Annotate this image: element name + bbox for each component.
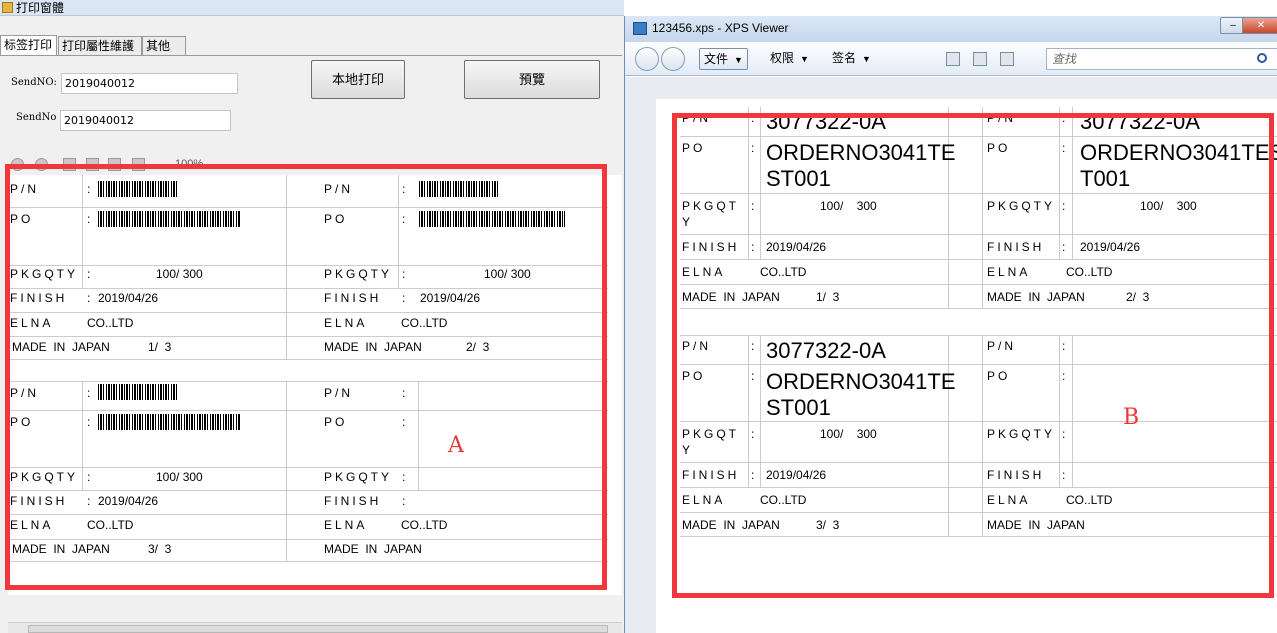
search-input[interactable]: 查找 xyxy=(1046,48,1277,70)
send-no-label: SendNO: xyxy=(11,77,57,88)
annotation-box-b xyxy=(672,113,1274,598)
send-no-input[interactable]: 2019040012 xyxy=(61,73,238,94)
chevron-down-icon: ▼ xyxy=(862,54,871,64)
tab-print-properties[interactable]: 打印屬性維護 xyxy=(58,36,142,56)
annotation-box-a xyxy=(5,164,607,590)
search-icon[interactable] xyxy=(1257,53,1267,63)
title-bar: 打印窗體 xyxy=(0,0,624,16)
xps-icon xyxy=(633,22,647,35)
local-print-button[interactable]: 本地打印 xyxy=(311,60,405,99)
sign-menu-label: 签名 xyxy=(832,51,857,65)
back-icon[interactable] xyxy=(635,47,659,71)
xps-title-bar: 123456.xps - XPS Viewer – ✕ xyxy=(625,16,1277,42)
scroll-thumb[interactable] xyxy=(28,625,608,633)
send-no2-label: SendNo xyxy=(16,112,57,123)
xps-toolbar: 文件 ▼ 权限 ▼ 签名 ▼ 查找 xyxy=(625,42,1277,76)
tab-other[interactable]: 其他 xyxy=(142,36,186,56)
file-menu[interactable]: 文件 ▼ xyxy=(699,48,748,70)
outline-icon[interactable] xyxy=(946,52,960,66)
rights-menu-label: 权限 xyxy=(770,51,795,65)
search-placeholder: 查找 xyxy=(1052,52,1077,66)
app-icon xyxy=(2,2,13,13)
send-no2-input[interactable]: 2019040012 xyxy=(60,110,231,131)
print-icon[interactable] xyxy=(973,52,987,66)
file-menu-label: 文件 xyxy=(704,52,729,66)
close-button[interactable]: ✕ xyxy=(1242,17,1277,34)
xps-window-title: 123456.xps - XPS Viewer xyxy=(652,21,789,35)
tab-label-print[interactable]: 标签打印 xyxy=(0,35,57,56)
chevron-down-icon: ▼ xyxy=(734,55,743,65)
preview-button[interactable]: 預覽 xyxy=(464,60,600,99)
zoom-icon[interactable] xyxy=(1000,52,1014,66)
sign-menu[interactable]: 签名 ▼ xyxy=(828,48,875,70)
chevron-down-icon: ▼ xyxy=(800,54,809,64)
window-title: 打印窗體 xyxy=(16,1,65,15)
rights-menu[interactable]: 权限 ▼ xyxy=(766,48,813,70)
horizontal-scrollbar[interactable] xyxy=(8,622,622,633)
forward-icon[interactable] xyxy=(661,47,685,71)
